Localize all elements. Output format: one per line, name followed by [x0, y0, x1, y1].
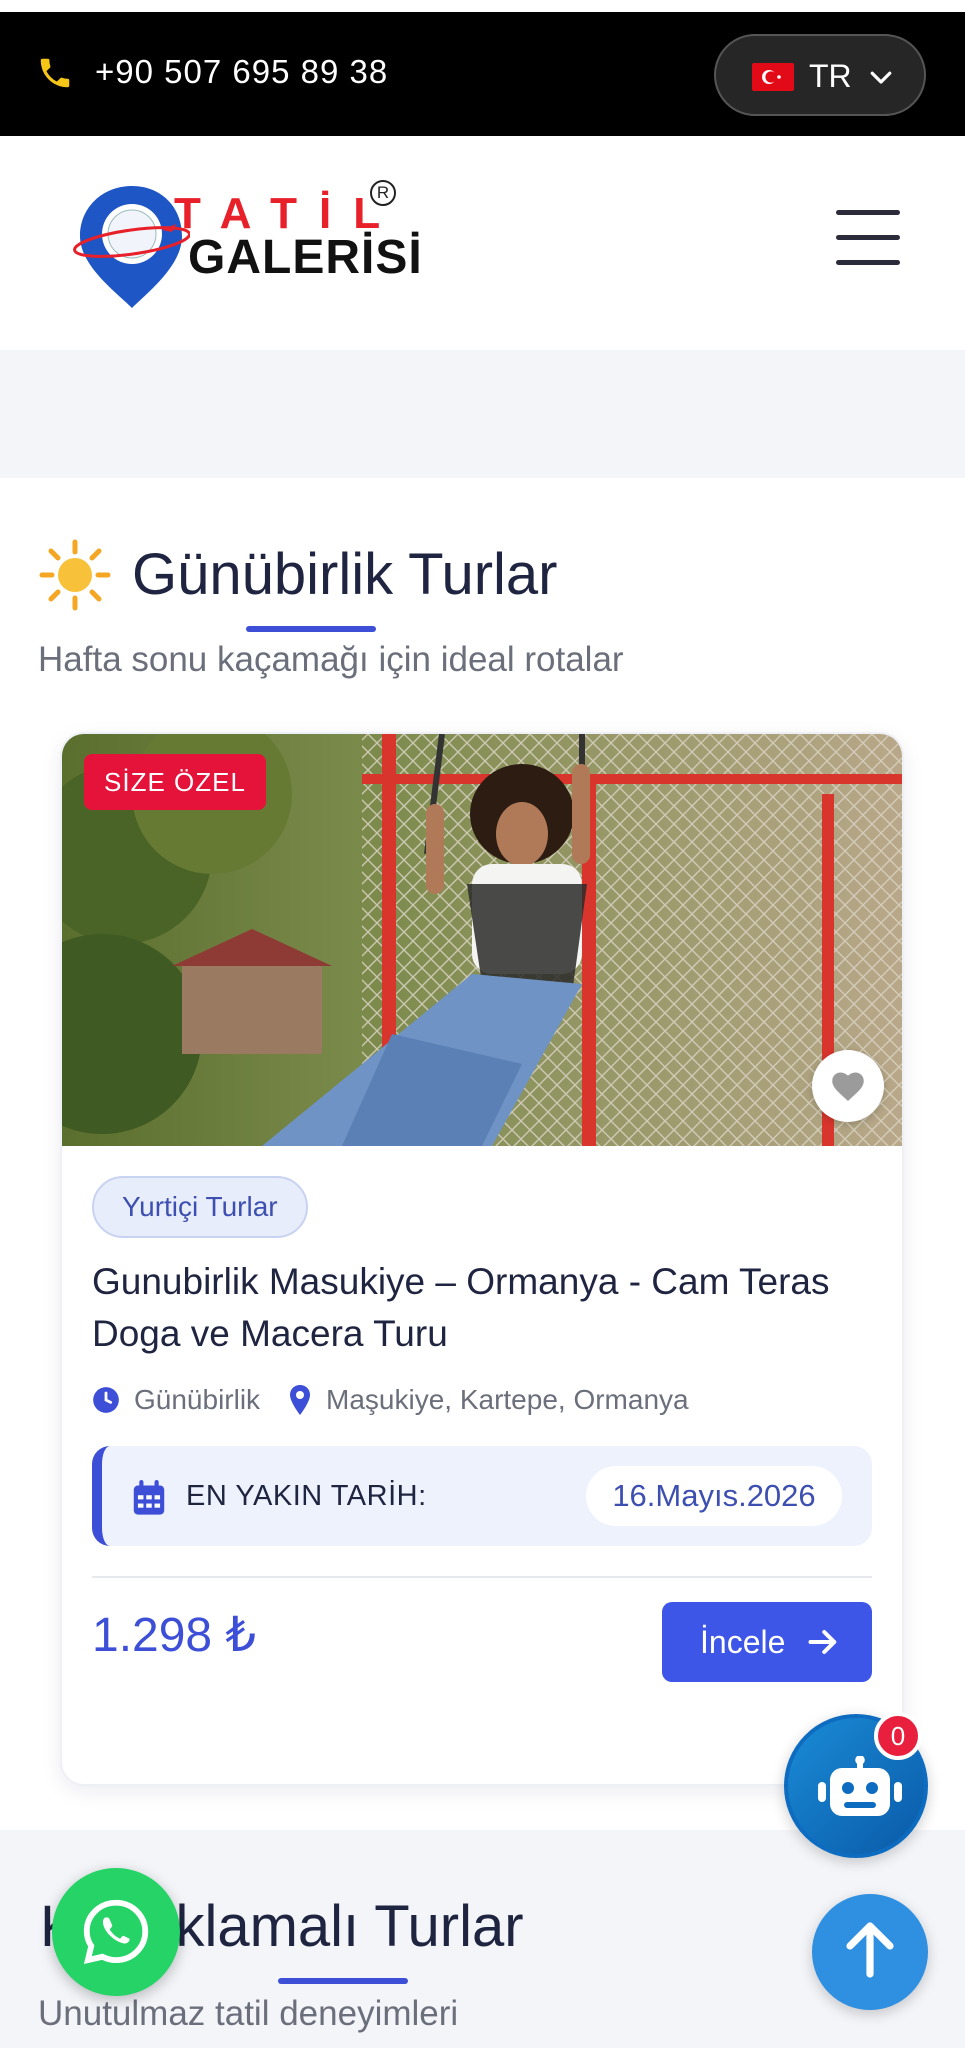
- view-details-label: İncele: [700, 1624, 786, 1660]
- site-header: TATİL GALERİSİ R: [0, 136, 965, 350]
- scroll-to-top-button[interactable]: [812, 1894, 928, 2010]
- calendar-icon: [133, 1480, 165, 1515]
- section-title: Günübirlik Turlar: [132, 542, 558, 607]
- hamburger-menu-icon[interactable]: [836, 210, 900, 266]
- day-tours-section: Günübirlik Turlar Hafta sonu kaçamağı iç…: [0, 478, 965, 1830]
- chevron-down-icon: [870, 71, 892, 84]
- arrow-up-icon: [846, 1922, 894, 1978]
- section-subtitle: Hafta sonu kaçamağı için ideal rotalar: [38, 640, 624, 679]
- site-logo[interactable]: TATİL GALERİSİ R: [70, 180, 422, 310]
- tour-card[interactable]: SİZE ÖZEL Yurtiçi Turlar Gunubirlik Masu…: [60, 732, 904, 1786]
- nearest-date-label: EN YAKIN TARİH:: [186, 1480, 427, 1512]
- title-underline: [246, 626, 376, 632]
- title-underline-accommodation: [278, 1978, 408, 1984]
- whatsapp-button[interactable]: [52, 1868, 180, 1996]
- nearest-date-box: EN YAKIN TARİH: 16.Mayıs.2026: [92, 1446, 872, 1546]
- robot-icon: [818, 1756, 902, 1816]
- map-pin-icon: [290, 1385, 310, 1415]
- whatsapp-icon: [83, 1899, 149, 1965]
- clock-icon: [93, 1387, 119, 1413]
- tour-location: Maşukiye, Kartepe, Ormanya: [326, 1384, 689, 1415]
- logo-text-bottom: GALERİSİ: [188, 231, 423, 284]
- section-subtitle-accommodation: Unutulmaz tatil deneyimleri: [38, 1994, 459, 2033]
- category-tag[interactable]: Yurtiçi Turlar: [92, 1176, 308, 1238]
- card-divider: [92, 1576, 872, 1578]
- view-details-button[interactable]: İncele: [662, 1602, 872, 1682]
- nearest-date-value: 16.Mayıs.2026: [586, 1466, 842, 1526]
- arrow-right-icon: [808, 1630, 837, 1654]
- phone-icon[interactable]: [36, 54, 74, 92]
- logo-pin-icon: [73, 186, 190, 308]
- tour-price: 1.298 ₺: [92, 1609, 256, 1662]
- tour-meta: Günübirlik Maşukiye, Kartepe, Ormanya: [92, 1380, 892, 1420]
- language-selector[interactable]: TR: [714, 34, 926, 116]
- tour-duration: Günübirlik: [134, 1384, 261, 1415]
- status-strip: [0, 0, 965, 12]
- turkey-flag-icon: [752, 63, 794, 91]
- chatbot-notification-badge: 0: [874, 1712, 922, 1760]
- section-spacer: [0, 350, 965, 478]
- language-code: TR: [809, 58, 852, 94]
- favorite-button[interactable]: [812, 1050, 884, 1122]
- sun-icon: [39, 539, 111, 611]
- tour-title-link[interactable]: Gunubirlik Masukiye – Ormanya - Cam Tera…: [92, 1256, 882, 1360]
- top-contact-bar: +90 507 695 89 38 TR: [0, 12, 965, 136]
- registered-mark: R: [370, 180, 396, 206]
- heart-icon: [832, 1072, 864, 1101]
- phone-number-link[interactable]: +90 507 695 89 38: [95, 50, 388, 94]
- tour-photo[interactable]: SİZE ÖZEL: [62, 734, 902, 1146]
- special-offer-badge: SİZE ÖZEL: [84, 754, 266, 810]
